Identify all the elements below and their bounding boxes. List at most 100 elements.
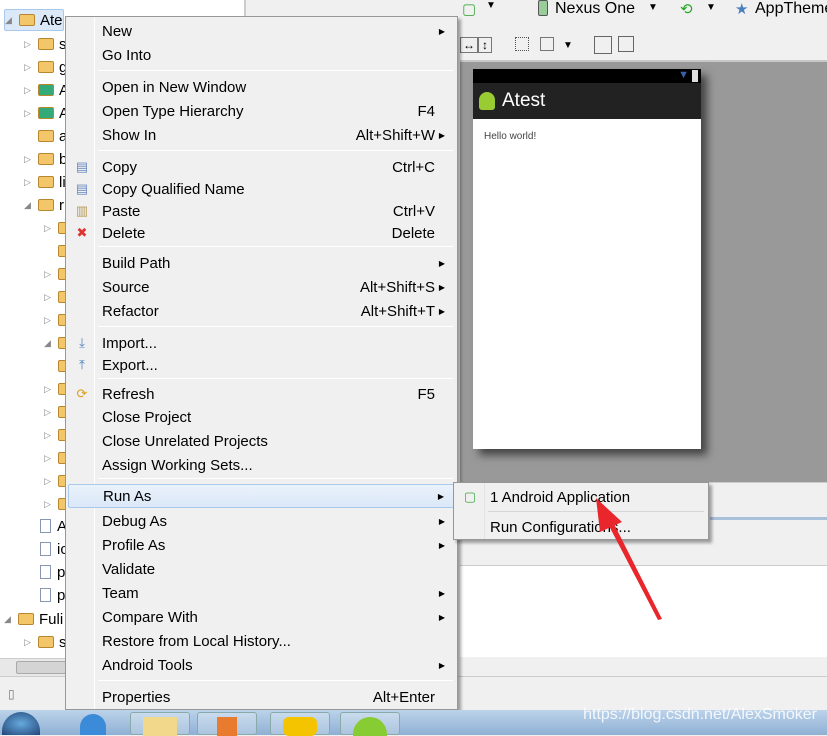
menu-item-restore-from-local-history[interactable]: Restore from Local History...: [68, 630, 455, 652]
menu-item-source[interactable]: Source Alt+Shift+S ▶: [68, 276, 455, 298]
tree-item[interactable]: ◢ r: [24, 194, 64, 216]
expand-toggle-icon[interactable]: ◢: [4, 614, 14, 625]
chevron-down-icon[interactable]: ▼: [648, 2, 658, 13]
paste-icon: ▥: [75, 203, 89, 218]
zoom-fit-icon[interactable]: [540, 37, 554, 51]
fit-width-icon[interactable]: ↔: [460, 37, 478, 53]
menu-item-profile-as[interactable]: Profile As ▶: [68, 534, 455, 556]
expand-toggle-icon[interactable]: ▷: [44, 292, 54, 303]
menu-item-import[interactable]: ⤓ Import...: [68, 332, 455, 354]
menu-item-show-in[interactable]: Show In Alt+Shift+W ▶: [68, 124, 455, 146]
tree-item[interactable]: p: [24, 584, 65, 606]
expand-toggle-icon[interactable]: ▷: [44, 269, 54, 280]
chevron-down-icon[interactable]: ▼: [486, 0, 496, 11]
device-selector[interactable]: Nexus One: [555, 0, 635, 18]
layout-alt-icon[interactable]: [618, 36, 634, 52]
menu-item-export[interactable]: ⤒ Export...: [68, 354, 455, 376]
menu-item-run-as[interactable]: Run As ▶: [68, 484, 455, 508]
tree-item[interactable]: ◢ Fuli: [4, 608, 63, 630]
chevron-down-icon[interactable]: ▼: [706, 2, 716, 13]
select-icon[interactable]: [515, 37, 529, 51]
expand-toggle-icon[interactable]: ▷: [24, 108, 34, 119]
menu-item-copy[interactable]: ▤ Copy Ctrl+C: [68, 156, 455, 178]
menu-item-validate[interactable]: Validate: [68, 558, 455, 580]
menu-item-debug-as[interactable]: Debug As ▶: [68, 510, 455, 532]
menu-item-label: Delete: [102, 224, 146, 242]
expand-toggle-icon[interactable]: ▷: [44, 315, 54, 326]
menu-item-open-in-new-window[interactable]: Open in New Window: [68, 76, 455, 98]
action-bar: Atest: [473, 83, 701, 119]
refresh-icon: ⟳: [76, 386, 88, 401]
ie-icon[interactable]: [80, 714, 106, 735]
watermark: https://blog.csdn.net/AlexSmoker: [583, 706, 817, 723]
menu-item-refactor[interactable]: Refactor Alt+Shift+T ▶: [68, 300, 455, 322]
expand-toggle-icon[interactable]: ▷: [44, 223, 54, 234]
expand-toggle-icon[interactable]: ▷: [24, 62, 34, 73]
expand-toggle-icon[interactable]: ◢: [24, 200, 34, 211]
taskbar-explorer[interactable]: [130, 712, 190, 736]
tree-item[interactable]: ic: [24, 538, 68, 560]
start-button[interactable]: [2, 712, 40, 735]
taskbar-eclipse[interactable]: [340, 712, 400, 736]
tree-item[interactable]: ▷ g: [24, 56, 67, 78]
expand-toggle-icon[interactable]: ◢: [44, 338, 54, 349]
expand-toggle-icon[interactable]: ▷: [24, 39, 34, 50]
taskbar-app[interactable]: [270, 712, 330, 736]
expand-toggle-icon[interactable]: ▷: [24, 637, 34, 648]
folder-icon: [38, 176, 54, 188]
export-icon: ⤒: [79, 357, 85, 372]
battery-icon: [692, 70, 698, 82]
menu-item-shortcut: Ctrl+V: [392, 202, 435, 220]
expand-toggle-icon[interactable]: ▷: [24, 154, 34, 165]
menu-item-close-project[interactable]: Close Project: [68, 406, 455, 428]
chevron-down-icon[interactable]: ▼: [563, 40, 573, 51]
fit-height-icon[interactable]: ↕: [478, 37, 492, 53]
expand-toggle-icon[interactable]: ▷: [44, 476, 54, 487]
tree-item[interactable]: ▷ s: [24, 631, 67, 653]
menu-item-build-path[interactable]: Build Path ▶: [68, 252, 455, 274]
layout-icon[interactable]: [594, 36, 612, 54]
tree-item[interactable]: p: [24, 561, 65, 583]
menu-item-team[interactable]: Team ▶: [68, 582, 455, 604]
expand-toggle-icon[interactable]: ▷: [24, 177, 34, 188]
menu-item-properties[interactable]: Properties Alt+Enter: [68, 686, 455, 708]
tree-item[interactable]: ◢ Ate: [4, 9, 64, 31]
menu-item-assign-working-sets[interactable]: Assign Working Sets...: [68, 454, 455, 476]
expand-toggle-icon[interactable]: ▷: [44, 407, 54, 418]
expand-toggle-icon[interactable]: ▷: [44, 453, 54, 464]
menu-item-label: Close Project: [102, 408, 192, 426]
menu-item-android-tools[interactable]: Android Tools ▶: [68, 654, 455, 676]
menu-item-new[interactable]: New ▶: [68, 20, 455, 42]
lib-icon: [38, 84, 54, 96]
expand-toggle-icon[interactable]: ▷: [44, 384, 54, 395]
menu-item-delete[interactable]: ✖ Delete Delete: [68, 222, 455, 244]
menu-item-label: Close Unrelated Projects: [102, 432, 268, 450]
taskbar-media[interactable]: [197, 712, 257, 736]
menu-item-copy-qualified-name[interactable]: ▤ Copy Qualified Name: [68, 178, 455, 200]
expand-toggle-icon[interactable]: ▷: [44, 499, 54, 510]
tree-item[interactable]: ▷ A: [24, 79, 69, 101]
tree-item[interactable]: a: [24, 125, 67, 147]
menu-item-label: Properties: [102, 688, 171, 706]
tree-item[interactable]: ▷ b: [24, 148, 67, 170]
tree-item[interactable]: ▷ li: [24, 171, 66, 193]
expand-toggle-icon[interactable]: ◢: [5, 15, 15, 26]
submenu-arrow-icon: ▶: [438, 258, 445, 268]
theme-selector[interactable]: AppTheme: [755, 0, 827, 18]
menu-item-shortcut: Alt+Shift+T: [360, 302, 435, 320]
menu-item-paste[interactable]: ▥ Paste Ctrl+V: [68, 200, 455, 222]
menu-item-close-unrelated-projects[interactable]: Close Unrelated Projects: [68, 430, 455, 452]
menu-item-refresh[interactable]: ⟳ Refresh F5: [68, 383, 455, 405]
menu-item-label: Android Tools: [102, 656, 193, 674]
menu-item-go-into[interactable]: Go Into: [68, 44, 455, 66]
tree-item[interactable]: ▷ s: [24, 33, 67, 55]
tree-item[interactable]: ▷ A: [24, 102, 69, 124]
copy-qualified-icon: ▤: [75, 181, 89, 196]
menu-item-open-type-hierarchy[interactable]: Open Type Hierarchy F4: [68, 100, 455, 122]
tree-item[interactable]: A: [24, 515, 67, 537]
rotate-icon[interactable]: ⟲: [680, 0, 693, 18]
expand-toggle-icon[interactable]: ▷: [44, 430, 54, 441]
menu-item-compare-with[interactable]: Compare With ▶: [68, 606, 455, 628]
android-file-icon[interactable]: ▢: [462, 0, 476, 18]
expand-toggle-icon[interactable]: ▷: [24, 85, 34, 96]
